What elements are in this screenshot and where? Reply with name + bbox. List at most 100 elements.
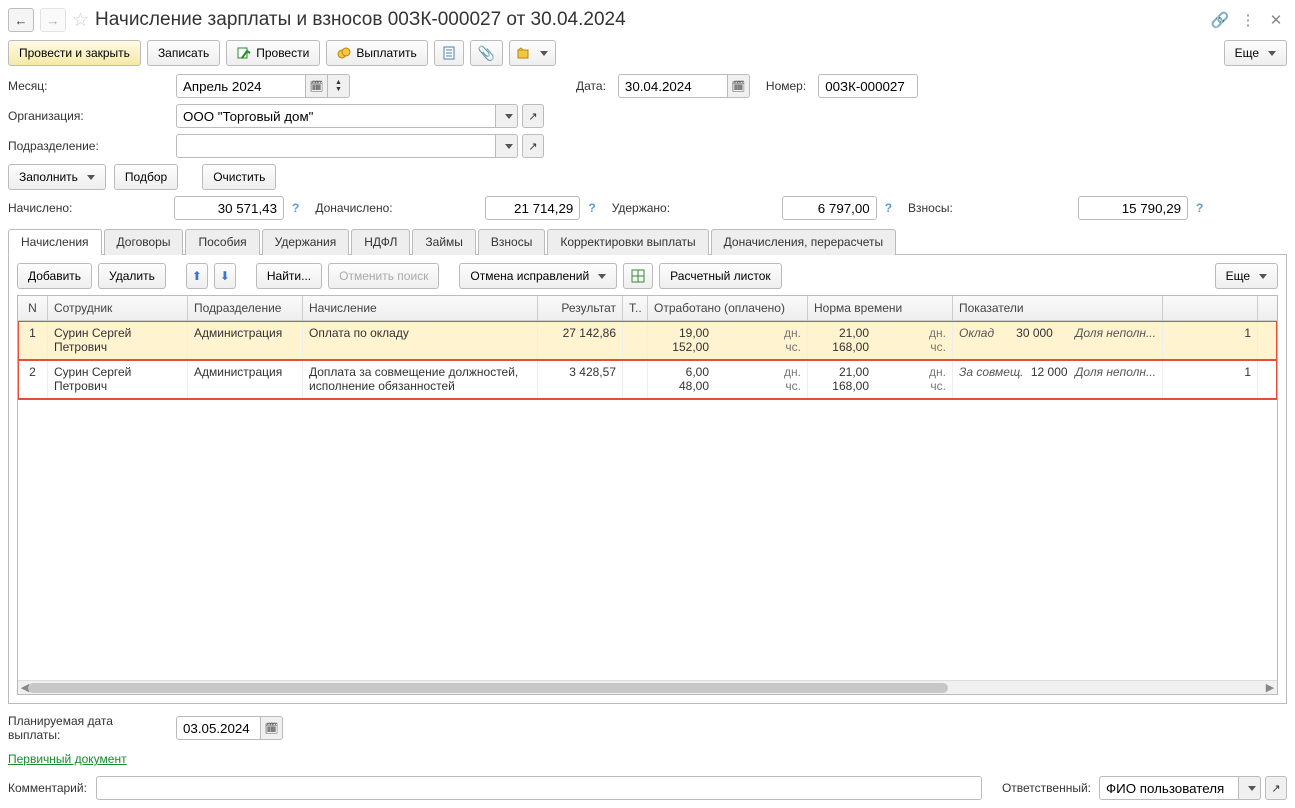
kebab-menu-icon[interactable]: ⋮ (1237, 9, 1259, 31)
responsible-label: Ответственный: (1002, 781, 1091, 795)
plan-date-input[interactable] (176, 716, 261, 740)
table-row[interactable]: 2 Сурин Сергей Петрович Администрация До… (18, 360, 1277, 399)
tab-loans[interactable]: Займы (412, 229, 476, 255)
close-icon[interactable]: ✕ (1265, 9, 1287, 31)
month-input[interactable] (176, 74, 306, 98)
tab-accruals[interactable]: Начисления (8, 229, 102, 255)
move-down-button[interactable]: ⬇ (214, 263, 236, 289)
withheld-label: Удержано: (612, 201, 772, 215)
cancel-corrections-button[interactable]: Отмена исправлений (459, 263, 617, 289)
cell-last: 1 (1163, 321, 1258, 360)
cancel-find-button: Отменить поиск (328, 263, 439, 289)
cancel-corrections-label: Отмена исправлений (470, 269, 589, 283)
payslip-button[interactable]: Расчетный листок (659, 263, 781, 289)
responsible-open-button[interactable]: ↗ (1265, 776, 1287, 800)
month-calendar-button[interactable]: 🗓 (306, 74, 328, 98)
cell-accrual: Оплата по окладу (303, 321, 538, 360)
date-calendar-button[interactable]: 🗓 (728, 74, 750, 98)
col-header-indicators[interactable]: Показатели (953, 296, 1163, 320)
accrued-value[interactable] (174, 196, 284, 220)
number-input[interactable] (818, 74, 918, 98)
tab-payment-corrections[interactable]: Корректировки выплаты (547, 229, 708, 255)
col-header-accrual[interactable]: Начисление (303, 296, 538, 320)
post-and-close-button[interactable]: Провести и закрыть (8, 40, 141, 66)
col-header-n[interactable]: N (18, 296, 48, 320)
month-label: Месяц: (8, 79, 168, 93)
col-header-norm[interactable]: Норма времени (808, 296, 953, 320)
date-input[interactable] (618, 74, 728, 98)
move-up-button[interactable]: ⬆ (186, 263, 208, 289)
col-header-employee[interactable]: Сотрудник (48, 296, 188, 320)
nav-back-button[interactable]: ← (8, 8, 34, 32)
department-dropdown-button[interactable] (496, 134, 518, 158)
grid-settings-button[interactable] (623, 263, 653, 289)
department-open-button[interactable]: ↗ (522, 134, 544, 158)
find-button[interactable]: Найти... (256, 263, 322, 289)
tab-recalculations[interactable]: Доначисления, перерасчеты (711, 229, 896, 255)
col-header-last[interactable] (1163, 296, 1258, 320)
delete-row-button[interactable]: Удалить (98, 263, 166, 289)
scroll-right-icon[interactable]: ▶ (1263, 681, 1277, 694)
link-icon[interactable]: 🔗 (1209, 9, 1231, 31)
post-icon (237, 46, 251, 60)
extra-accrued-label: Доначислено: (315, 201, 475, 215)
tab-more-button[interactable]: Еще (1215, 263, 1278, 289)
tab-ndfl[interactable]: НДФЛ (351, 229, 410, 255)
contributions-help-icon[interactable]: ? (1196, 201, 1203, 215)
create-based-button[interactable] (509, 40, 556, 66)
department-input[interactable] (176, 134, 496, 158)
cell-worked: 6,00дн. 48,00чс. (648, 360, 808, 399)
fill-button-label: Заполнить (19, 170, 78, 184)
extra-accrued-value[interactable] (485, 196, 580, 220)
primary-document-link[interactable]: Первичный документ (8, 752, 127, 766)
contributions-value[interactable] (1078, 196, 1188, 220)
coins-icon (337, 46, 351, 60)
col-header-t[interactable]: Т.. (623, 296, 648, 320)
tab-deductions[interactable]: Удержания (262, 229, 350, 255)
chevron-down-icon (505, 144, 513, 149)
attach-button[interactable]: 📎 (470, 40, 503, 66)
accruals-grid: N Сотрудник Подразделение Начисление Рез… (17, 295, 1278, 695)
comment-input[interactable] (96, 776, 982, 800)
table-row[interactable]: 1 Сурин Сергей Петрович Администрация Оп… (18, 321, 1277, 360)
paperclip-icon: 📎 (478, 45, 495, 62)
organization-input[interactable] (176, 104, 496, 128)
fill-button[interactable]: Заполнить (8, 164, 106, 190)
plan-date-calendar-button[interactable]: 🗓 (261, 716, 283, 740)
tab-contributions[interactable]: Взносы (478, 229, 545, 255)
withheld-value[interactable] (782, 196, 877, 220)
organization-open-button[interactable]: ↗ (522, 104, 544, 128)
col-header-result[interactable]: Результат (538, 296, 623, 320)
withheld-help-icon[interactable]: ? (885, 201, 892, 215)
responsible-dropdown-button[interactable] (1239, 776, 1261, 800)
col-header-worked[interactable]: Отработано (оплачено) (648, 296, 808, 320)
accrued-help-icon[interactable]: ? (292, 201, 299, 215)
pick-button[interactable]: Подбор (114, 164, 178, 190)
pay-button[interactable]: Выплатить (326, 40, 428, 66)
cell-result: 3 428,57 (538, 360, 623, 399)
accrued-label: Начислено: (8, 201, 168, 215)
post-button[interactable]: Провести (226, 40, 320, 66)
tab-contracts[interactable]: Договоры (104, 229, 184, 255)
favorite-star-icon[interactable]: ☆ (72, 9, 89, 32)
save-button[interactable]: Записать (147, 40, 220, 66)
col-header-department[interactable]: Подразделение (188, 296, 303, 320)
comment-label: Комментарий: (8, 781, 88, 795)
clear-button[interactable]: Очистить (202, 164, 276, 190)
organization-dropdown-button[interactable] (496, 104, 518, 128)
extra-accrued-help-icon[interactable]: ? (588, 201, 595, 215)
cell-norm: 21,00дн. 168,00чс. (808, 321, 953, 360)
more-button[interactable]: Еще (1224, 40, 1287, 66)
tab-benefits[interactable]: Пособия (185, 229, 259, 255)
grid-h-scrollbar[interactable]: ◀ ▶ (18, 680, 1277, 694)
report-button[interactable] (434, 40, 464, 66)
scroll-thumb[interactable] (28, 683, 948, 693)
responsible-input[interactable] (1099, 776, 1239, 800)
cell-department: Администрация (188, 321, 303, 360)
department-label: Подразделение: (8, 139, 168, 153)
month-spinner[interactable]: ▲▼ (328, 74, 350, 98)
cell-indicators: За совмещ.12 000Доля неполн... (953, 360, 1163, 399)
calendar-icon: 🗓 (310, 80, 324, 93)
grid-icon (631, 269, 645, 283)
add-row-button[interactable]: Добавить (17, 263, 92, 289)
